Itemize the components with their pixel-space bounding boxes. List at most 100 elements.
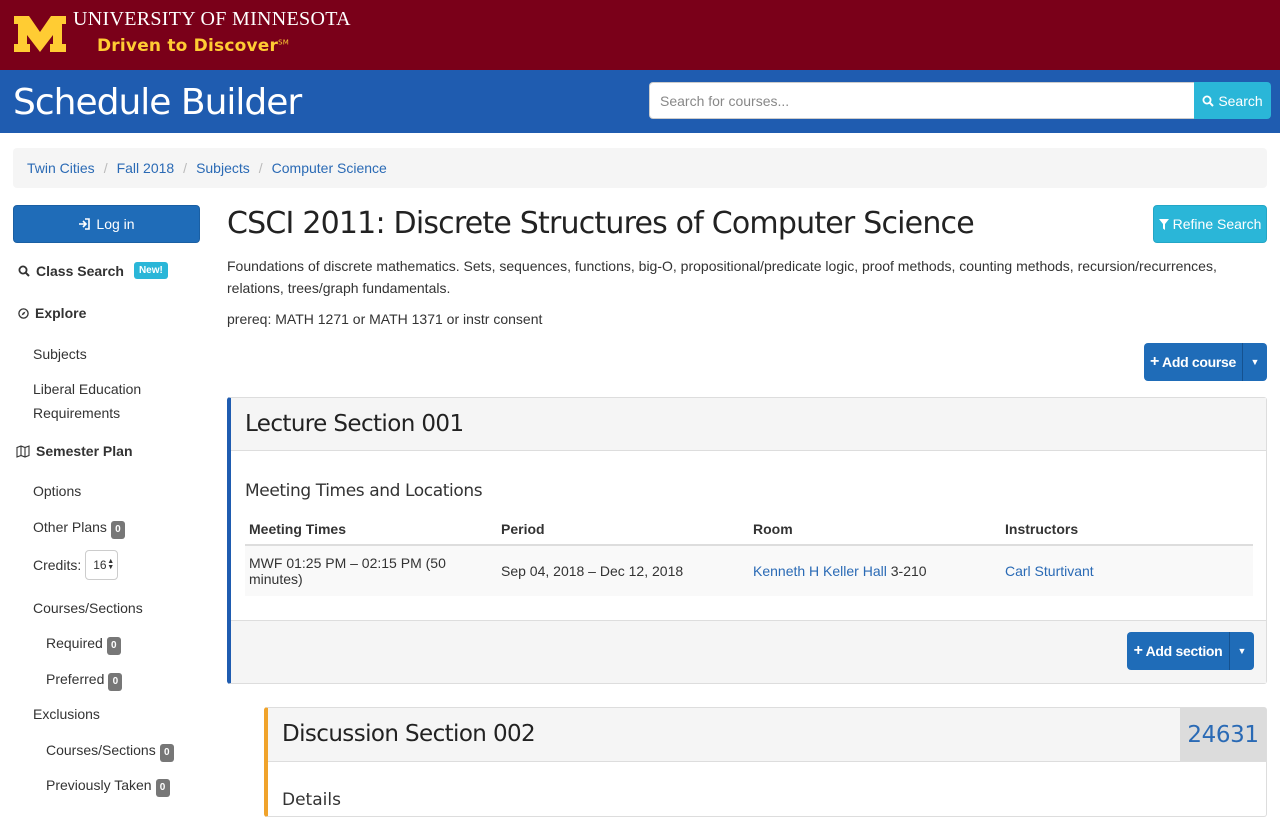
map-icon: [16, 444, 30, 458]
add-course-label: Add course: [1162, 354, 1237, 370]
discussion-section-panel: Discussion Section 002 24631 Details: [264, 707, 1267, 817]
sidebar-item-subjects[interactable]: Subjects: [33, 342, 87, 366]
new-badge: New!: [133, 262, 168, 279]
sidebar-item-preferred[interactable]: Preferred 0: [46, 667, 123, 691]
breadcrumb-term[interactable]: Fall 2018: [117, 160, 175, 176]
block-m-logo[interactable]: [12, 14, 68, 54]
required-label: Required: [46, 635, 103, 651]
filter-icon: [1158, 218, 1169, 230]
instructor-cell: Carl Sturtivant: [1001, 545, 1253, 596]
excluded-courses-sections-count: 0: [159, 744, 174, 762]
sidebar-item-other-plans[interactable]: Other Plans 0: [33, 515, 125, 539]
add-section-dropdown-toggle[interactable]: ▼: [1229, 632, 1254, 670]
breadcrumb-separator: /: [103, 160, 108, 176]
room-number: 3-210: [890, 563, 927, 579]
course-prereq: prereq: MATH 1271 or MATH 1371 or instr …: [227, 311, 543, 327]
other-plans-label: Other Plans: [33, 519, 107, 535]
table-row: MWF 01:25 PM – 02:15 PM (50 minutes) Sep…: [245, 545, 1253, 596]
preferred-count: 0: [108, 673, 123, 691]
period-cell: Sep 04, 2018 – Dec 12, 2018: [497, 545, 749, 596]
semester-plan-label: Semester Plan: [36, 443, 133, 459]
instructor-link[interactable]: Carl Sturtivant: [1005, 563, 1094, 579]
course-search-input[interactable]: [649, 82, 1195, 119]
discussion-section-title: Discussion Section 002: [282, 721, 536, 747]
search-icon: [18, 265, 30, 277]
refine-search-button[interactable]: Refine Search: [1153, 205, 1267, 243]
liberal-education-label-line2: Requirements: [33, 405, 121, 421]
liberal-education-label: Liberal Education: [33, 381, 142, 397]
refine-search-label: Refine Search: [1172, 216, 1262, 232]
sidebar-item-courses-sections[interactable]: Courses/Sections: [33, 596, 143, 620]
column-header-room: Room: [749, 513, 1001, 546]
add-course-dropdown-toggle[interactable]: ▼: [1242, 343, 1267, 381]
required-count: 0: [106, 637, 121, 655]
university-tagline: Driven to DiscoverSM: [97, 36, 289, 56]
add-section-button[interactable]: + Add section: [1127, 632, 1229, 670]
table-header-row: Meeting Times Period Room Instructors: [245, 513, 1253, 546]
breadcrumb-separator: /: [183, 160, 188, 176]
caret-down-icon: ▼: [1237, 646, 1247, 656]
credits-select[interactable]: 16 ▲ ▼: [85, 550, 119, 580]
sidebar-item-credits: Credits: 16 ▲ ▼: [33, 550, 119, 580]
add-section-split-button: + Add section ▼: [1127, 632, 1254, 670]
lecture-panel-footer: + Add section ▼: [231, 620, 1266, 683]
breadcrumb-subjects[interactable]: Subjects: [196, 160, 250, 176]
lecture-section-title: Lecture Section 001: [245, 411, 464, 437]
add-course-button[interactable]: + Add course: [1144, 343, 1242, 381]
plus-icon: +: [1149, 353, 1160, 370]
sidebar-item-exclusions[interactable]: Exclusions: [33, 702, 100, 726]
sidebar-item-options[interactable]: Options: [33, 479, 81, 503]
excluded-courses-sections-label: Courses/Sections: [46, 742, 156, 758]
breadcrumb-campus[interactable]: Twin Cities: [27, 160, 95, 176]
course-title: CSCI 2011: Discrete Structures of Comput…: [227, 206, 975, 241]
column-header-instructors: Instructors: [1001, 513, 1253, 546]
meeting-time-cell: MWF 01:25 PM – 02:15 PM (50 minutes): [245, 545, 497, 596]
university-name: UNIVERSITY OF MINNESOTA: [73, 8, 351, 30]
credits-value: 16: [93, 558, 107, 572]
breadcrumb: Twin Cities / Fall 2018 / Subjects / Com…: [13, 148, 1267, 188]
explore-label: Explore: [35, 305, 87, 321]
meeting-times-heading: Meeting Times and Locations: [245, 481, 483, 501]
app-title[interactable]: Schedule Builder: [13, 82, 302, 123]
previously-taken-label: Previously Taken: [46, 777, 152, 793]
search-button-label: Search: [1218, 92, 1263, 109]
sidebar-item-liberal-education[interactable]: Liberal Education Requirements: [33, 377, 141, 425]
lecture-section-panel: Lecture Section 001 Meeting Times and Lo…: [227, 397, 1267, 684]
app-bar: Schedule Builder Search: [0, 70, 1280, 133]
sign-in-icon: [79, 218, 91, 230]
add-course-split-button: + Add course ▼: [1144, 343, 1267, 381]
sidebar-item-required[interactable]: Required 0: [46, 631, 121, 655]
discussion-panel-header: Discussion Section 002 24631: [268, 708, 1266, 762]
preferred-label: Preferred: [46, 671, 105, 687]
other-plans-count: 0: [110, 521, 125, 539]
room-cell: Kenneth H Keller Hall 3-210: [749, 545, 1001, 596]
class-number-link[interactable]: 24631: [1180, 708, 1266, 761]
semester-plan-section: Semester Plan: [16, 443, 133, 459]
compass-icon: [18, 307, 29, 319]
caret-down-icon: ▼: [1250, 357, 1260, 367]
add-section-label: Add section: [1145, 643, 1223, 659]
details-heading: Details: [282, 790, 341, 810]
search-button[interactable]: Search: [1194, 82, 1271, 119]
column-header-meeting-times: Meeting Times: [245, 513, 497, 546]
login-label: Log in: [96, 216, 135, 232]
explore-section: Explore: [18, 305, 86, 321]
building-link[interactable]: Kenneth H Keller Hall: [753, 563, 887, 579]
meeting-times-table: Meeting Times Period Room Instructors MW…: [245, 513, 1253, 596]
search-icon: [1202, 95, 1215, 107]
column-header-period: Period: [497, 513, 749, 546]
sidebar-item-previously-taken[interactable]: Previously Taken 0: [46, 773, 170, 797]
credits-label: Credits:: [33, 557, 82, 573]
sidebar-item-excluded-courses-sections[interactable]: Courses/Sections 0: [46, 738, 174, 762]
lecture-panel-header: Lecture Section 001: [231, 398, 1266, 451]
plus-icon: +: [1133, 642, 1143, 659]
breadcrumb-subject[interactable]: Computer Science: [272, 160, 387, 176]
breadcrumb-separator: /: [258, 160, 263, 176]
previously-taken-count: 0: [155, 779, 170, 797]
university-header: UNIVERSITY OF MINNESOTA Driven to Discov…: [0, 0, 1280, 70]
class-search-link[interactable]: Class Search New!: [18, 262, 168, 279]
stepper-arrows-icon: ▲ ▼: [107, 558, 115, 571]
class-search-label: Class Search: [36, 262, 124, 279]
login-button[interactable]: Log in: [13, 205, 200, 243]
course-description: Foundations of discrete mathematics. Set…: [227, 258, 1217, 296]
